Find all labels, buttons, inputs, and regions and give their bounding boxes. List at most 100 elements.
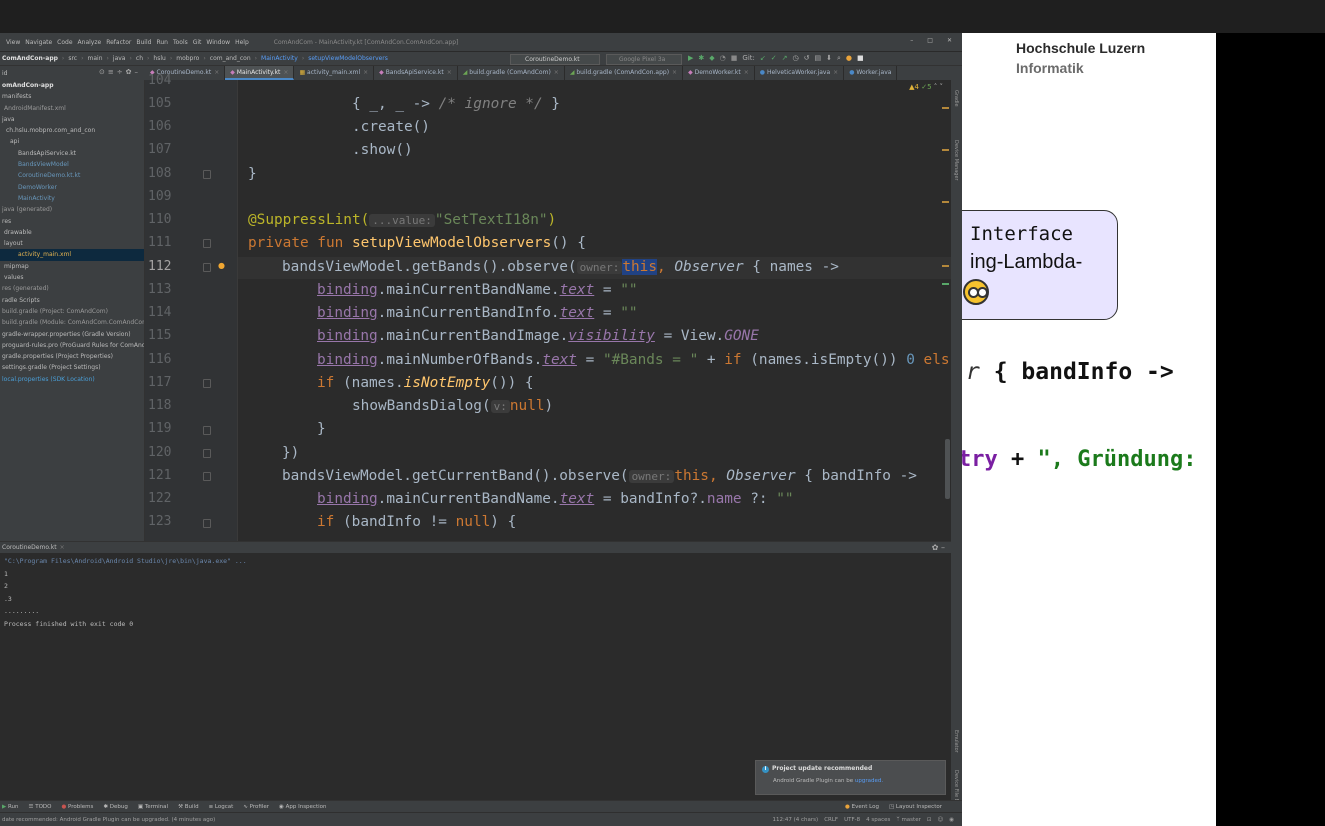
tree-build-gradle-module[interactable]: build.gradle (Module: ComAndCom.ComAndCo… [0,317,144,328]
logcat-tool-button[interactable]: ≡ Logcat [209,804,234,810]
tree-drawable[interactable]: drawable [0,227,144,238]
tab-build-gradle-app[interactable]: ◢ build.gradle (ComAndCon.app) × [565,66,684,80]
crumb-main[interactable]: main [88,55,103,62]
fold-end-icon[interactable] [203,426,211,435]
gear-icon[interactable]: ✿ [126,68,135,76]
lightbulb-icon[interactable]: ● [218,261,225,270]
menu-code[interactable]: Code [57,39,72,46]
caret-position[interactable]: 112:47 (4 chars) [773,817,819,823]
tree-mainactivity[interactable]: MainActivity [0,193,144,204]
tree-package[interactable]: ch.hslu.mobpro.com_and_con [0,125,144,136]
todo-tool-button[interactable]: ☰ TODO [29,804,52,810]
update-notification[interactable]: i Project update recommended Android Grad… [755,760,946,795]
tree-demoworker[interactable]: DemoWorker [0,182,144,193]
lock-icon[interactable]: ⊡ [927,817,932,823]
avd-manager-icon[interactable]: ▤ [814,54,821,63]
debug-icon[interactable]: ✱ [698,54,704,63]
tree-proguard[interactable]: proguard-rules.pro (ProGuard Rules for C… [0,340,144,351]
hide-icon[interactable]: – [941,543,945,552]
crumb-class[interactable]: MainActivity [261,55,298,62]
run-tab[interactable]: CoroutineDemo.kt × [2,544,65,551]
tab-mainactivity[interactable]: ◆ MainActivity.kt × [225,66,295,80]
file-encoding[interactable]: UTF-8 [844,817,860,823]
crumb-function[interactable]: setupViewModelObservers [308,55,388,62]
locate-icon[interactable]: ⊙ [99,68,108,76]
tab-worker-java[interactable]: ● Worker.java [844,66,898,80]
fold-start-icon[interactable] [203,263,211,272]
app-inspection-tool-button[interactable]: ◉ App Inspection [279,804,326,810]
menu-refactor[interactable]: Refactor [106,39,131,46]
tree-res[interactable]: res [0,216,144,227]
gear-icon[interactable]: ✿ [932,543,939,552]
debug-tool-button[interactable]: ✱ Debug [103,804,127,810]
avatar[interactable]: ■ [857,54,864,63]
profiler-tool-button[interactable]: ∿ Profiler [243,804,269,810]
tab-helveticaworker[interactable]: ● HelveticaWorker.java × [755,66,845,80]
device-manager-tool-tab[interactable]: Device Manager [953,140,959,181]
error-stripe-marker[interactable] [942,265,949,267]
error-stripe-marker[interactable] [942,283,949,285]
upgrade-link[interactable]: upgraded. [855,778,883,784]
tree-settings-gradle[interactable]: settings.gradle (Project Settings) [0,362,144,373]
tree-build-gradle-project[interactable]: build.gradle (Project: ComAndCom) [0,306,144,317]
tree-layout[interactable]: layout [0,238,144,249]
menu-tools[interactable]: Tools [173,39,188,46]
menu-run[interactable]: Run [156,39,168,46]
tree-module[interactable]: omAndCon-app [0,80,144,91]
git-update-icon[interactable]: ↙ [760,54,766,63]
fold-start-icon[interactable] [203,472,211,481]
tree-java[interactable]: java [0,114,144,125]
tree-bandsapiservice[interactable]: BandsApiService.kt [0,148,144,159]
fold-start-icon[interactable] [203,519,211,528]
memory-icon[interactable]: ☺ [937,817,943,823]
tab-bandsapiservice[interactable]: ◆ BandsApiService.kt × [374,66,458,80]
inspection-widget[interactable]: ▲4 ✓5 ˄ ˅ [909,83,943,91]
rollback-icon[interactable]: ↺ [804,54,810,63]
menu-help[interactable]: Help [235,39,249,46]
stop-icon[interactable]: ■ [731,54,738,63]
run-icon[interactable]: ▶ [688,54,693,63]
error-stripe-marker[interactable] [942,149,949,151]
git-push-icon[interactable]: ↗ [782,54,788,63]
tree-res-generated[interactable]: res (generated) [0,283,144,294]
minimize-icon[interactable]: – [910,37,913,44]
error-stripe-marker[interactable] [942,201,949,203]
tree-androidmanifest[interactable]: AndroidManifest.xml [0,103,144,114]
tree-activity-main[interactable]: activity_main.xml [0,249,144,261]
tree-java-generated[interactable]: java (generated) [0,204,144,215]
problems-tool-button[interactable]: ● Problems [61,804,93,810]
tab-activity-main-xml[interactable]: ▦ activity_main.xml × [294,66,375,80]
menu-view[interactable]: View [6,39,20,46]
status-message[interactable]: date recommended: Android Gradle Plugin … [2,817,215,823]
crumb-java[interactable]: java [113,55,126,62]
device-select[interactable]: Google Pixel 3a [606,54,682,65]
tree-manifests[interactable]: manifests [0,91,144,102]
history-icon[interactable]: ◷ [793,54,799,63]
event-log-tool-button[interactable]: ● Event Log [845,804,879,810]
terminal-tool-button[interactable]: ▣ Terminal [138,804,168,810]
menu-build[interactable]: Build [136,39,151,46]
notifications-icon[interactable]: ◉ [949,817,954,823]
crumb-src[interactable]: src [68,55,77,62]
menu-git[interactable]: Git [193,39,202,46]
run-tool-button[interactable]: ▶ Run [2,804,19,810]
editor-scrollbar[interactable] [945,439,950,499]
project-view-label[interactable]: id [2,70,7,77]
tree-mipmap[interactable]: mipmap [0,261,144,272]
crumb-mobpro[interactable]: mobpro [176,55,199,62]
tree-gradle-scripts[interactable]: radle Scripts [0,295,144,306]
tree-gradle-wrapper[interactable]: gradle-wrapper.properties (Gradle Versio… [0,329,144,340]
attach-icon[interactable]: ◔ [720,54,726,63]
maximize-icon[interactable]: □ [927,37,933,44]
chevron-down-icon[interactable]: ˅ [940,83,944,91]
gradle-tool-tab[interactable]: Gradle [953,90,959,107]
tree-bandsviewmodel[interactable]: BandsViewModel [0,159,144,170]
menu-navigate[interactable]: Navigate [25,39,52,46]
collapse-icon[interactable]: ≡ [108,68,117,76]
git-commit-icon[interactable]: ✓ [771,54,777,63]
crumb-module[interactable]: ComAndCon-app [2,55,58,62]
tab-build-gradle-project[interactable]: ◢ build.gradle (ComAndCom) × [458,66,565,80]
menu-analyze[interactable]: Analyze [78,39,102,46]
crumb-hslu[interactable]: hslu [153,55,165,62]
code-editor[interactable]: ▲4 ✓5 ˄ ˅ { _, _ -> /* ignore */ } .crea… [238,80,951,541]
